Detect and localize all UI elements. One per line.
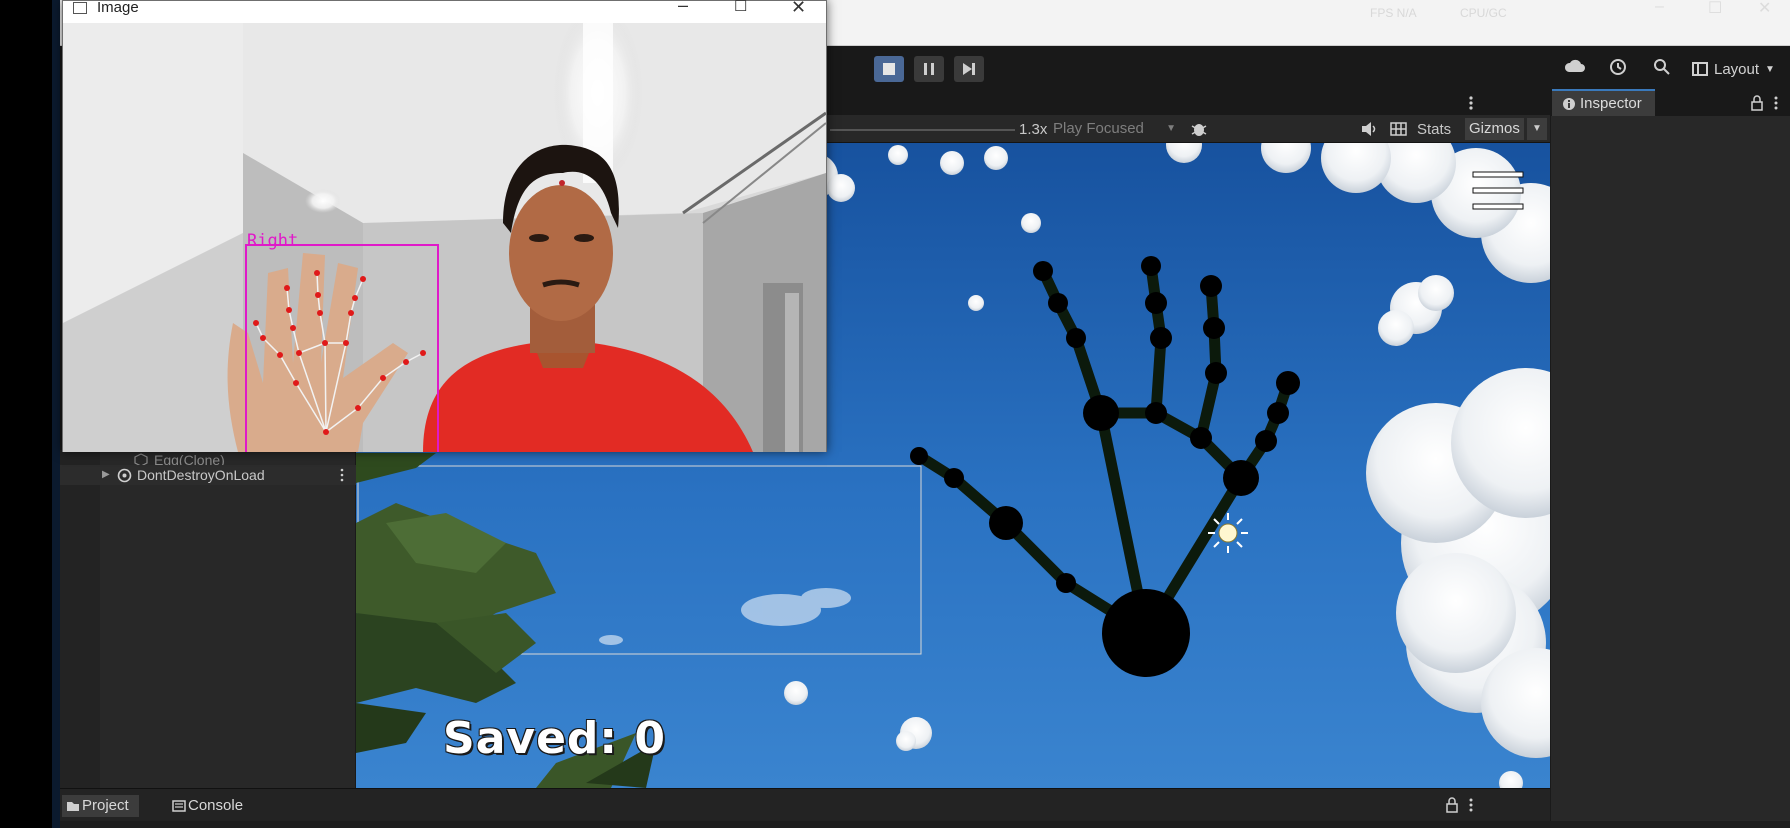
lock-icon[interactable] bbox=[1445, 797, 1459, 813]
bottom-panel-tabs: Project Console bbox=[60, 788, 1550, 821]
inspector-panel bbox=[1550, 116, 1790, 828]
step-button[interactable] bbox=[954, 56, 984, 82]
chevron-down-icon: ▼ bbox=[1166, 123, 1176, 134]
webcam-feed: Right bbox=[63, 23, 826, 452]
lock-icon[interactable] bbox=[1750, 95, 1764, 111]
tab-console[interactable]: Console bbox=[168, 795, 243, 817]
inspector-tab-label: Inspector bbox=[1580, 95, 1642, 112]
webcam-title-bar[interactable]: Image – ☐ ✕ bbox=[63, 0, 826, 23]
more-options-icon[interactable] bbox=[1772, 95, 1780, 111]
close-icon[interactable]: ✕ bbox=[791, 0, 806, 18]
pause-button[interactable] bbox=[914, 56, 944, 82]
gizmos-button[interactable]: Gizmos bbox=[1465, 118, 1524, 140]
hierarchy-gutter bbox=[60, 450, 100, 788]
inspector-tab-bar: Inspector bbox=[1550, 89, 1790, 116]
webcam-window-title: Image bbox=[97, 0, 139, 16]
maximize-icon[interactable]: ☐ bbox=[734, 0, 747, 15]
more-options-icon[interactable] bbox=[338, 468, 346, 482]
console-icon bbox=[172, 800, 186, 812]
project-toolbar bbox=[60, 821, 1790, 828]
info-icon bbox=[1563, 98, 1575, 110]
pause-icon bbox=[924, 63, 934, 75]
stop-icon bbox=[883, 63, 895, 75]
scale-label: 1.3x bbox=[1019, 121, 1048, 138]
cloud-icon[interactable] bbox=[1564, 57, 1586, 75]
play-mode-label: Play Focused bbox=[1053, 120, 1144, 137]
stop-button[interactable] bbox=[874, 56, 904, 82]
desktop: FPS N/A CPU/GC – ☐ ✕ Layout ▼ 1.3x Play … bbox=[0, 0, 1790, 828]
history-icon[interactable] bbox=[1608, 57, 1628, 77]
expand-arrow-icon[interactable]: ▶ bbox=[102, 465, 110, 485]
handedness-label: Right bbox=[247, 231, 299, 251]
tab-inspector[interactable]: Inspector bbox=[1552, 89, 1655, 116]
editor-minimize-icon[interactable]: – bbox=[1655, 0, 1664, 16]
scale-slider[interactable] bbox=[830, 129, 1015, 131]
speaker-icon[interactable] bbox=[1360, 121, 1378, 137]
bug-icon[interactable] bbox=[1190, 120, 1208, 138]
gizmos-dropdown-arrow[interactable]: ▼ bbox=[1527, 118, 1547, 140]
desktop-edge bbox=[52, 0, 60, 828]
webcam-image-window[interactable]: Image – ☐ ✕ Right bbox=[62, 0, 827, 452]
saved-counter: Saved: 0 bbox=[443, 713, 666, 764]
stats-button[interactable]: Stats bbox=[1417, 121, 1451, 138]
menu-icon[interactable] bbox=[1471, 170, 1526, 215]
step-icon bbox=[963, 63, 975, 75]
hierarchy-panel: Egg(Clone) ▶ DontDestroyOnLoad bbox=[60, 450, 356, 788]
tab-project-label: Project bbox=[82, 797, 129, 814]
editor-maximize-icon[interactable]: ☐ bbox=[1708, 0, 1722, 18]
window-app-icon bbox=[73, 2, 87, 14]
play-mode-dropdown[interactable]: Play Focused ▼ bbox=[1053, 119, 1178, 139]
search-icon[interactable] bbox=[1652, 57, 1672, 77]
tab-project[interactable]: Project bbox=[62, 795, 139, 817]
skeleton-hand bbox=[913, 260, 1294, 639]
layout-label: Layout bbox=[1714, 60, 1760, 78]
fps-readout: FPS N/A bbox=[1370, 6, 1417, 20]
more-options-icon[interactable] bbox=[1465, 94, 1477, 112]
tab-console-label: Console bbox=[188, 797, 244, 814]
sun-cursor bbox=[1208, 513, 1248, 553]
hierarchy-item-label: DontDestroyOnLoad bbox=[137, 467, 265, 483]
chevron-down-icon: ▼ bbox=[1765, 63, 1775, 75]
grid-icon[interactable] bbox=[1390, 121, 1408, 137]
layout-dropdown[interactable]: Layout ▼ bbox=[1692, 58, 1775, 80]
folder-icon bbox=[67, 802, 79, 811]
hierarchy-item[interactable]: ▶ DontDestroyOnLoad bbox=[60, 465, 356, 485]
editor-close-icon[interactable]: ✕ bbox=[1758, 0, 1771, 18]
minimize-icon[interactable]: – bbox=[678, 0, 688, 16]
wispy-clouds bbox=[599, 588, 851, 645]
game-view-toolbar: 1.3x Play Focused ▼ Stats Gizmos ▼ bbox=[825, 115, 1550, 143]
unity-scene-icon bbox=[117, 468, 132, 483]
more-options-icon[interactable] bbox=[1467, 797, 1475, 813]
cpu-readout: CPU/GC bbox=[1460, 6, 1507, 20]
webcam-frame bbox=[63, 23, 826, 452]
layout-icon bbox=[1692, 62, 1708, 76]
